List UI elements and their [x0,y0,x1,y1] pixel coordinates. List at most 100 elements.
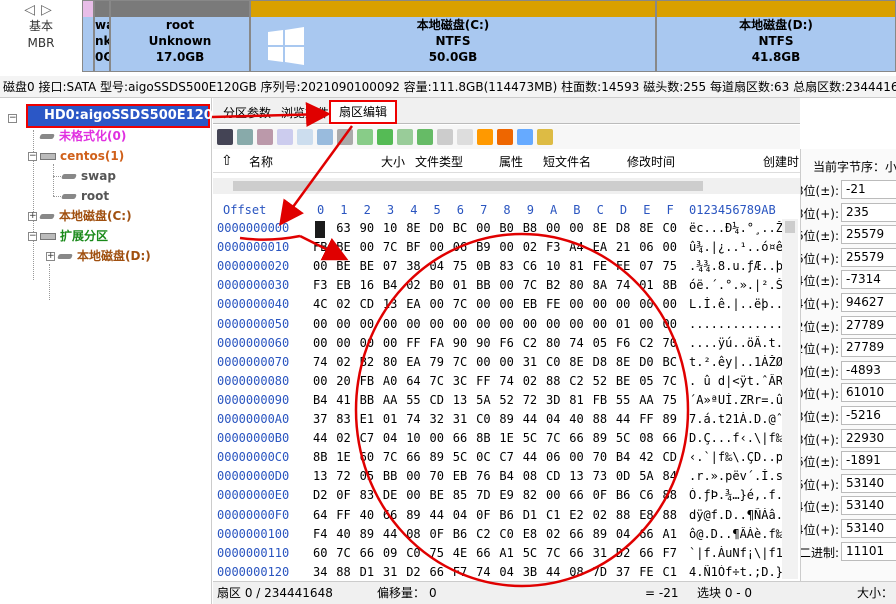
hex-byte[interactable]: 02 [336,355,356,369]
hex-byte[interactable]: 05 [593,336,613,350]
hex-byte[interactable]: 8E [569,355,589,369]
hex-byte[interactable]: 10 [546,259,566,273]
partition-swap[interactable]: wa nk 0G [94,0,110,72]
hex-byte[interactable]: 70 [663,336,683,350]
hex-byte[interactable]: 00 [476,317,496,331]
scroll-thumb[interactable] [785,221,795,233]
hex-byte[interactable]: 74 [499,374,519,388]
hex-row[interactable]: 0000000000EB6390108ED0BC00B0B800008ED88E… [215,221,800,240]
hex-byte[interactable]: 00 [546,221,566,235]
hex-byte[interactable]: B9 [476,240,496,254]
hex-byte[interactable]: BC [663,355,683,369]
value-field[interactable]: 25579 [841,247,896,267]
tree-node-extended[interactable]: − 扩展分区 [28,226,108,246]
select-icon[interactable] [337,129,353,145]
hex-byte[interactable]: 90 [476,336,496,350]
hex-byte[interactable]: 80 [569,278,589,292]
hex-byte[interactable]: 88 [593,412,613,426]
hex-byte[interactable]: 80 [383,355,403,369]
hex-byte[interactable]: BE [430,488,450,502]
hex-byte[interactable]: 7C [336,546,356,560]
hex-byte[interactable]: 02 [336,431,356,445]
disk-nav-arrows[interactable]: ◁▷ [0,2,82,18]
col-name[interactable]: 名称 [249,153,273,170]
hex-byte[interactable]: 06 [546,450,566,464]
hex-byte[interactable]: EB [523,297,543,311]
hex-row[interactable]: 0000000060 00 00 00 00 FF FA 90 90 F6 C2 80 74 05 F6 C2… [215,336,800,355]
hex-byte[interactable]: 31 [593,546,613,560]
hex-byte[interactable]: F6 [499,336,519,350]
hex-byte[interactable]: BB [476,278,496,292]
hex-byte[interactable]: 5A [639,469,659,483]
hex-byte[interactable]: FF [476,374,496,388]
hex-byte[interactable]: 66 [569,546,589,560]
hex-byte[interactable]: 00 [406,469,426,483]
hex-byte[interactable]: 66 [453,431,473,445]
hex-row-ascii[interactable]: 7.á.t21À.D.@ˆDÿ‰ [689,412,784,426]
hex-byte[interactable]: 88 [663,488,683,502]
hex-byte[interactable]: 89 [406,508,426,522]
hex-byte[interactable]: B4 [499,469,519,483]
hex-byte[interactable]: A4 [569,240,589,254]
hex-byte[interactable]: 06 [453,240,473,254]
hex-row[interactable]: 0000000100 F4 40 89 44 08 0F B6 C2 C0 E8 02 66 89 04 66… [215,527,800,546]
hex-row[interactable]: 0000000070 74 02 B2 80 EA 79 7C 00 00 31 C0 8E D8 8E D0… [215,355,800,374]
hex-byte[interactable]: F3 [546,240,566,254]
hex-row[interactable]: 00000000B0 44 02 C7 04 10 00 66 8B 1E 5C 7C 66 89 5C 08… [215,431,800,450]
circle-icon[interactable] [497,129,513,145]
tree-node-local-c[interactable]: + 本地磁盘(C:) [28,206,132,226]
hex-byte[interactable]: 8B [313,450,333,464]
hex-byte[interactable]: 37 [616,565,636,579]
hex-row[interactable]: 00000000D0 13 72 05 BB 00 70 EB 76 B4 08 CD 13 73 0D 5A… [215,469,800,488]
hex-byte[interactable]: 05 [639,374,659,388]
hex-byte[interactable]: 70 [430,469,450,483]
tab-sector-edit[interactable]: 扇区编辑 [329,100,398,124]
hex-byte[interactable]: 00 [430,297,450,311]
hex-byte[interactable]: 3B [523,565,543,579]
hex-byte[interactable]: 04 [616,527,636,541]
hex-byte[interactable]: 00 [360,317,380,331]
hex-byte[interactable]: 00 [663,240,683,254]
hex-byte[interactable]: 52 [499,393,519,407]
partition-d[interactable]: 本地磁盘(D:) NTFS 41.8GB [656,0,896,72]
hex-byte[interactable]: 8A [593,278,613,292]
hex-row[interactable]: 0000000030 F3 EB 16 B4 02 B0 01 BB 00 7C B2 80 8A 74 01… [215,278,800,297]
hex-byte[interactable]: 7D [476,488,496,502]
hex-byte[interactable]: 66 [569,488,589,502]
hex-row-ascii[interactable]: ´A»ªUÍ.ZRr=.ûUªu [689,393,784,407]
hex-byte[interactable]: 00 [336,336,356,350]
hex-byte[interactable]: 66 [476,546,496,560]
hex-byte[interactable]: 02 [546,527,566,541]
hex-byte[interactable]: 44 [616,412,636,426]
hex-byte[interactable]: FB [313,240,333,254]
value-field[interactable]: 94627 [841,293,896,312]
hex-byte[interactable]: 7C [523,278,543,292]
hex-byte[interactable]: 32 [430,412,450,426]
tree-node-unformatted[interactable]: 未格式化(0) [39,126,126,146]
hex-byte[interactable]: 05 [360,469,380,483]
undo-icon[interactable] [277,129,293,145]
hex-row-ascii[interactable]: 4.Ñ1Òf÷t.;D.}7þÁ [689,565,784,579]
hex-row[interactable]: 00000000F0 64 FF 40 66 89 44 04 0F B6 D1 C1 E2 02 88 E8… [215,508,800,527]
export-icon[interactable] [437,129,453,145]
hex-byte[interactable]: 00 [406,317,426,331]
hex-byte[interactable]: 00 [336,317,356,331]
hex-byte[interactable]: 00 [499,278,519,292]
hex-row-ascii[interactable]: `|f.ÀuNf¡\|f1Òf÷ [689,546,784,560]
hex-byte[interactable]: 4E [453,546,473,560]
hex-byte[interactable]: FE [546,297,566,311]
hex-byte[interactable]: 74 [313,355,333,369]
hex-byte[interactable]: 38 [406,259,426,273]
hex-byte[interactable]: 10 [383,221,403,235]
value-field[interactable]: 11101 [841,541,896,561]
hex-byte[interactable]: 02 [523,374,543,388]
hex-byte[interactable]: 00 [499,240,519,254]
hex-byte[interactable]: 20 [336,374,356,388]
hex-byte[interactable]: 1E [336,450,356,464]
partition-c[interactable]: 本地磁盘(C:) NTFS 50.0GB [250,0,656,72]
hex-byte[interactable]: 01 [639,278,659,292]
value-field[interactable]: -21 [841,180,896,199]
hex-byte[interactable]: C6 [639,488,659,502]
hex-row-ascii[interactable]: óë.´.°.».|².Št.‹ [689,278,784,292]
hex-byte[interactable]: E2 [569,508,589,522]
